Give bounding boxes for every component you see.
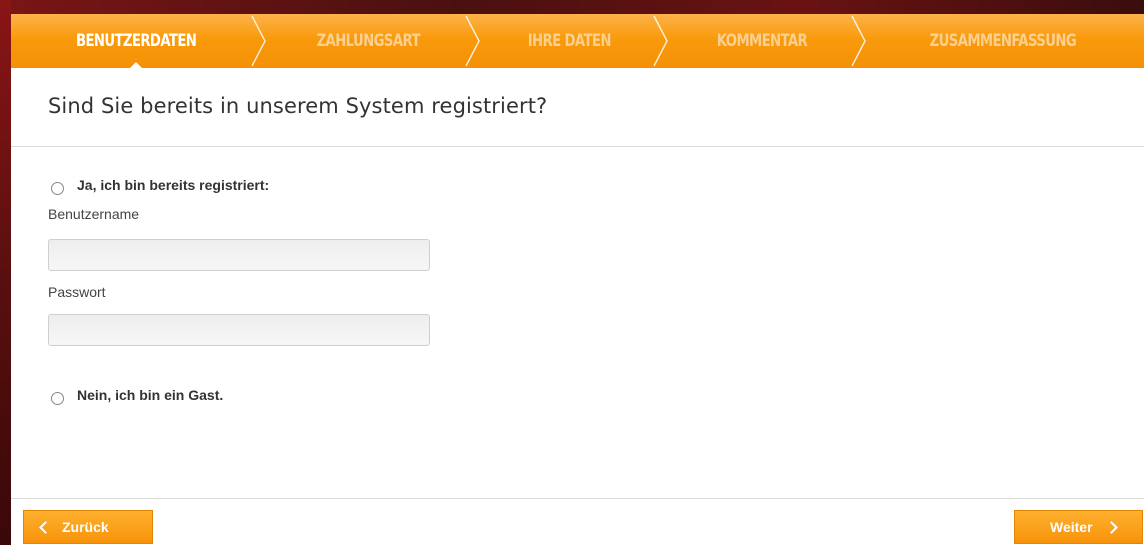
back-button-label: Zurück (62, 519, 109, 535)
step-label: IHRE DATEN (527, 31, 611, 51)
option-registered-label[interactable]: Ja, ich bin bereits registriert: (77, 177, 269, 193)
radio-guest[interactable] (51, 392, 64, 405)
checkout-steps-bar: BENUTZERDATEN ZAHLUNGSART IHRE DATEN KOM… (11, 14, 1144, 69)
step-label: ZUSAMMENFASSUNG (929, 31, 1076, 51)
chevron-left-icon (39, 520, 52, 534)
radio-registered[interactable] (51, 182, 64, 195)
page-title: Sind Sie bereits in unserem System regis… (48, 94, 548, 118)
step-label: KOMMENTAR (716, 31, 808, 51)
option-guest[interactable]: Nein, ich bin ein Gast. (51, 387, 223, 405)
username-input[interactable] (48, 239, 430, 271)
password-input[interactable] (48, 314, 430, 346)
divider (11, 146, 1144, 147)
step-separator-icon (653, 15, 668, 67)
option-guest-label[interactable]: Nein, ich bin ein Gast. (77, 387, 223, 403)
next-button[interactable]: Weiter (1014, 510, 1143, 544)
step-zusammenfassung[interactable]: ZUSAMMENFASSUNG (861, 14, 1144, 68)
step-separator-icon (251, 15, 266, 67)
footer-divider (11, 498, 1144, 499)
step-benutzerdaten[interactable]: BENUTZERDATEN (11, 14, 266, 69)
step-separator-icon (851, 15, 866, 67)
option-registered[interactable]: Ja, ich bin bereits registriert: (51, 177, 269, 195)
step-kommentar[interactable]: KOMMENTAR (663, 14, 866, 68)
step-label: ZAHLUNGSART (316, 31, 420, 51)
next-button-label: Weiter (1050, 519, 1093, 535)
left-frame-border (0, 0, 11, 545)
top-frame-border (0, 0, 1144, 14)
step-zahlungsart[interactable]: ZAHLUNGSART (261, 14, 480, 68)
chevron-right-icon (1104, 520, 1118, 534)
step-ihre-daten[interactable]: IHRE DATEN (475, 14, 668, 68)
password-label: Passwort (48, 284, 106, 300)
checkout-panel: BENUTZERDATEN ZAHLUNGSART IHRE DATEN KOM… (11, 14, 1144, 545)
step-label: BENUTZERDATEN (75, 31, 197, 51)
step-separator-icon (465, 15, 480, 67)
back-button[interactable]: Zurück (23, 510, 153, 544)
active-step-caret (129, 62, 143, 69)
username-label: Benutzername (48, 206, 140, 222)
